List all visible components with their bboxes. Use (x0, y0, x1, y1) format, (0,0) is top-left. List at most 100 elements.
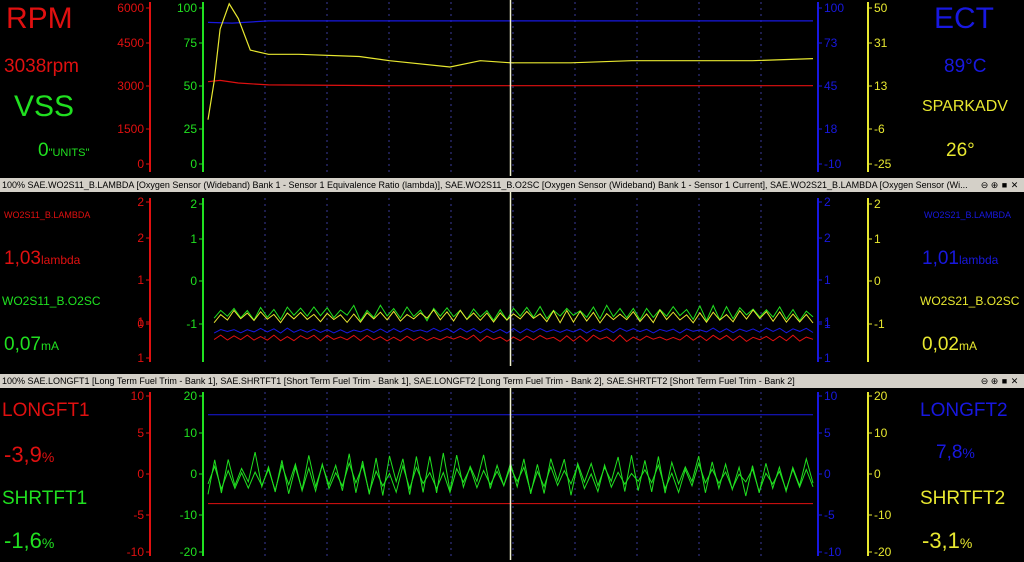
value-longft1-number: -3,9 (4, 442, 42, 467)
panel-engine: 6000 4500 3000 1500 0 100 75 50 25 0 100 73 45 18 -10 5… (0, 0, 1024, 178)
value-rpm-unit: rpm (46, 56, 80, 77)
tick-label: 73 (824, 36, 838, 50)
label-wo2s11-o2sc: WO2S11_B.O2SC (2, 294, 101, 308)
tick-label: 50 (874, 1, 888, 15)
tick-label: 1500 (117, 122, 144, 136)
maximize-icon[interactable]: ■ (1000, 374, 1009, 388)
tick-label: -20 (180, 545, 198, 559)
label-shrtft2: SHRTFT2 (920, 488, 1006, 509)
tick-label: 2 (137, 231, 144, 245)
panel-fueltrim: 10 5 0 -5 -10 20 10 0 -10 -20 10 5 0 -5 -10 20 10 0 -10 -20… (0, 388, 1024, 562)
tick-label: 1 (137, 273, 144, 287)
tick-label: -20 (874, 545, 892, 559)
label-ect: ECT (934, 2, 994, 35)
label-wo2s21-o2sc: WO2S21_B.O2SC (920, 294, 1020, 308)
value-shrtft2-number: -3,1 (922, 528, 960, 553)
tick-label: 10 (131, 389, 145, 403)
tick-label: -10 (874, 508, 892, 522)
panel-fueltrim-header[interactable]: 100% SAE.LONGFT1 [Long Term Fuel Trim - … (0, 374, 1024, 388)
tick-label: 0 (824, 467, 831, 481)
tick-label: 1 (824, 273, 831, 287)
tick-label: -10 (824, 545, 842, 559)
value-longft2-unit: % (962, 445, 975, 461)
tick-label: 100 (177, 1, 197, 15)
value-longft1-unit: % (41, 449, 55, 465)
zoom-out-icon[interactable]: ⊖ (980, 374, 989, 388)
zoom-in-icon[interactable]: ⊕ (990, 374, 999, 388)
zoom-in-icon[interactable]: ⊕ (990, 178, 999, 192)
tick-label: 5 (137, 426, 144, 440)
engine-chart[interactable]: 6000 4500 3000 1500 0 100 75 50 25 0 100 73 45 18 -10 5… (0, 0, 1024, 178)
tick-label: 45 (824, 79, 838, 93)
tick-label: 100 (824, 1, 844, 15)
tick-label: 20 (874, 389, 888, 403)
label-vss: VSS (14, 90, 75, 123)
close-icon[interactable]: ✕ (1010, 374, 1019, 388)
value-wo2s11-o2sc-number: 0,07 (4, 334, 41, 355)
value-shrtft1-number: -1,6 (4, 528, 42, 553)
tick-label: 2 (190, 197, 197, 211)
value-vss: 0"UNITS" (38, 140, 89, 162)
tick-label: 1 (824, 351, 831, 365)
value-sparkadv: 26° (946, 140, 975, 161)
tick-label: 50 (184, 79, 198, 93)
value-wo2s21-o2sc-unit: mA (958, 339, 977, 353)
close-icon[interactable]: ✕ (1010, 178, 1019, 192)
value-rpm: 3038rpm (4, 56, 79, 78)
tick-label: 4500 (117, 36, 144, 50)
panel-o2: 2 2 1 1 0 1 2 1 0 -1 2 2 1 1 1 1 2 1 0 -1 WO2S11_B.LAMBDA 1… (0, 192, 1024, 368)
tick-label: 1 (824, 317, 831, 331)
tick-label: -1 (874, 317, 885, 331)
series-line-wo2s21-b-lambda (213, 327, 814, 334)
value-shrtft2: -3,1% (922, 528, 972, 554)
tick-label: -10 (180, 508, 198, 522)
tick-label: -1 (186, 317, 197, 331)
tick-label: 18 (824, 122, 838, 136)
value-wo2s21-lambda: 1,01lambda (922, 248, 998, 270)
value-wo2s11-o2sc-unit: mA (40, 339, 59, 353)
value-wo2s21-lambda-number: 1,01 (922, 248, 959, 269)
tick-label: 0 (874, 274, 881, 288)
label-rpm: RPM (6, 2, 73, 35)
value-wo2s11-lambda-number: 1,03 (4, 248, 41, 269)
tick-label: -25 (874, 157, 892, 171)
tick-label: 0 (137, 467, 144, 481)
tick-label: 10 (824, 389, 838, 403)
value-vss-number: 0 (38, 140, 49, 161)
series-line-wo2s11-b-o2sc (213, 304, 814, 322)
tick-label: 0 (190, 274, 197, 288)
tick-label: 2 (824, 231, 831, 245)
fueltrim-chart[interactable]: 10 5 0 -5 -10 20 10 0 -10 -20 10 5 0 -5 -10 20 10 0 -10 -20 (0, 388, 1024, 562)
value-wo2s11-lambda-unit: lambda (40, 253, 81, 267)
tick-label: 25 (184, 122, 198, 136)
tick-label: -10 (127, 545, 145, 559)
label-shrtft1: SHRTFT1 (2, 488, 88, 509)
value-shrtft1: -1,6% (4, 528, 54, 554)
tick-label: 0 (874, 467, 881, 481)
tick-label: 1 (137, 351, 144, 365)
maximize-icon[interactable]: ■ (1000, 178, 1009, 192)
value-vss-unit: "UNITS" (48, 147, 90, 159)
value-wo2s21-lambda-unit: lambda (958, 253, 999, 267)
value-wo2s21-o2sc-number: 0,02 (922, 334, 959, 355)
tick-label: 20 (184, 389, 198, 403)
tick-label: 13 (874, 79, 888, 93)
label-longft2: LONGFT2 (920, 400, 1008, 421)
value-wo2s11-o2sc: 0,07mA (4, 334, 59, 356)
tick-label: 2 (874, 197, 881, 211)
value-longft2-number: 7,8 (936, 442, 963, 463)
tick-label: 1 (190, 232, 197, 246)
value-wo2s11-lambda: 1,03lambda (4, 248, 80, 270)
tick-label: 31 (874, 36, 888, 50)
panel-o2-header[interactable]: 100% SAE.WO2S11_B.LAMBDA [Oxygen Sensor … (0, 178, 1024, 192)
value-shrtft1-unit: % (41, 535, 55, 551)
tick-label: -5 (824, 508, 835, 522)
tick-label: 0 (137, 157, 144, 171)
value-longft1: -3,9% (4, 442, 54, 468)
o2-chart[interactable]: 221101210-1221111210-1 (0, 192, 1024, 368)
zoom-out-icon[interactable]: ⊖ (980, 178, 989, 192)
value-ect: 89°C (944, 56, 987, 77)
tick-label: 2 (137, 195, 144, 209)
tick-label: 0 (190, 467, 197, 481)
value-rpm-number: 3038 (4, 56, 47, 77)
